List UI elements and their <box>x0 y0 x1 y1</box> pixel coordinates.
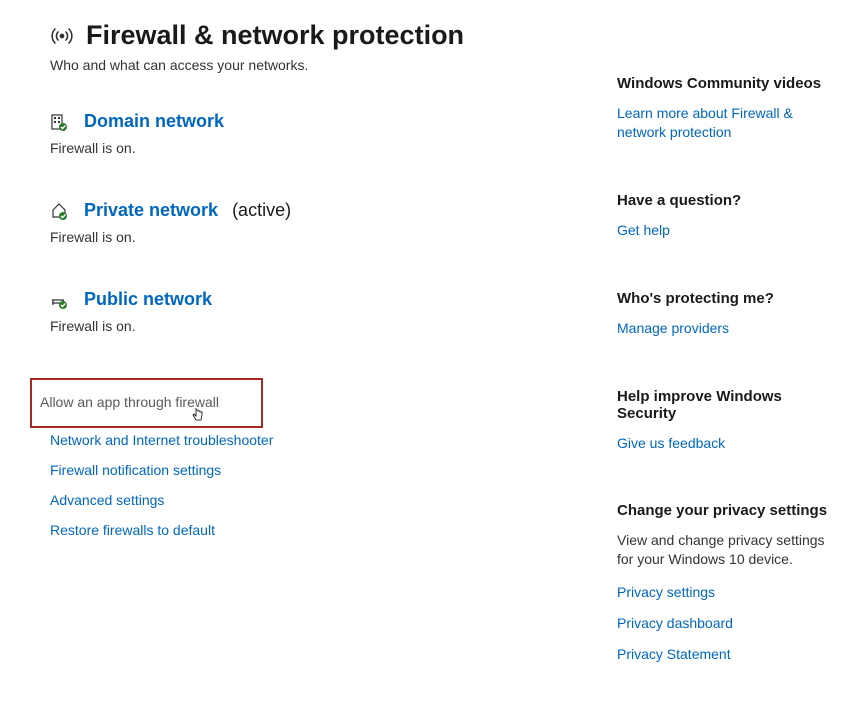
firewall-notification-settings-link[interactable]: Firewall notification settings <box>50 462 577 478</box>
community-videos-heading: Windows Community videos <box>617 75 839 92</box>
privacy-statement-link[interactable]: Privacy Statement <box>617 645 839 664</box>
have-question-heading: Have a question? <box>617 192 839 209</box>
page-subtitle: Who and what can access your networks. <box>50 57 577 73</box>
public-network-status: Firewall is on. <box>50 318 577 334</box>
private-network-link[interactable]: Private network <box>84 200 218 221</box>
domain-network-status: Firewall is on. <box>50 140 577 156</box>
building-icon <box>50 112 70 132</box>
privacy-heading: Change your privacy settings <box>617 502 839 519</box>
manage-providers-link[interactable]: Manage providers <box>617 319 839 338</box>
allow-app-through-firewall-link[interactable]: Allow an app through firewall <box>30 378 263 428</box>
domain-network-link[interactable]: Domain network <box>84 111 224 132</box>
bench-icon <box>50 290 70 310</box>
antenna-icon <box>50 24 74 48</box>
private-network-status: Firewall is on. <box>50 229 577 245</box>
network-public: Public network Firewall is on. <box>50 289 577 334</box>
advanced-settings-link[interactable]: Advanced settings <box>50 492 577 508</box>
learn-more-link[interactable]: Learn more about Firewall & network prot… <box>617 104 839 142</box>
page-title: Firewall & network protection <box>86 20 464 51</box>
privacy-text: View and change privacy settings for you… <box>617 531 839 569</box>
network-domain: Domain network Firewall is on. <box>50 111 577 156</box>
give-feedback-link[interactable]: Give us feedback <box>617 434 839 453</box>
house-icon <box>50 201 70 221</box>
private-network-active: (active) <box>232 200 291 221</box>
protecting-me-heading: Who's protecting me? <box>617 290 839 307</box>
get-help-link[interactable]: Get help <box>617 221 839 240</box>
network-troubleshooter-link[interactable]: Network and Internet troubleshooter <box>50 432 577 448</box>
help-improve-heading: Help improve Windows Security <box>617 388 839 422</box>
privacy-settings-link[interactable]: Privacy settings <box>617 583 839 602</box>
privacy-dashboard-link[interactable]: Privacy dashboard <box>617 614 839 633</box>
public-network-link[interactable]: Public network <box>84 289 212 310</box>
network-private: Private network (active) Firewall is on. <box>50 200 577 245</box>
restore-defaults-link[interactable]: Restore firewalls to default <box>50 522 577 538</box>
allow-app-label: Allow an app through firewall <box>40 394 219 410</box>
